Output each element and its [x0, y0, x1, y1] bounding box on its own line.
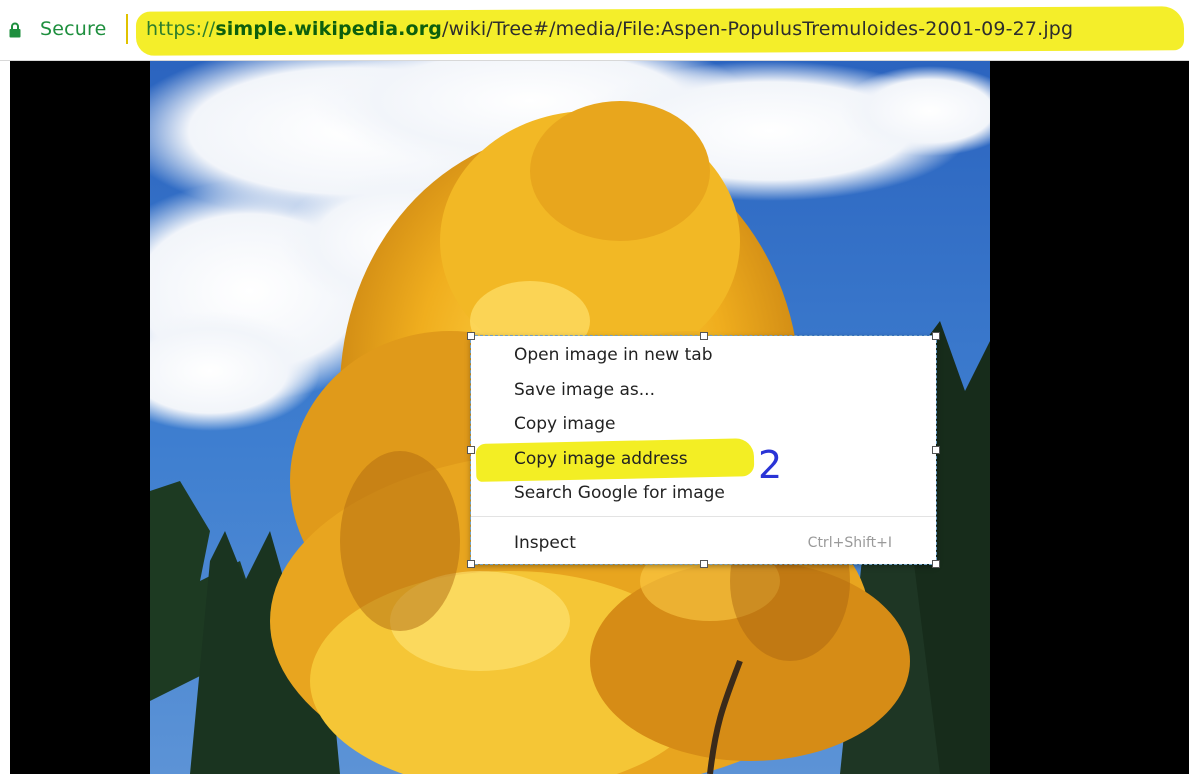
menu-item-label: Open image in new tab	[514, 345, 713, 365]
menu-item-label: Copy image	[514, 414, 616, 434]
menu-item-label: Inspect	[514, 533, 576, 553]
address-bar[interactable]: Secure https://simple.wikipedia.org/wiki…	[0, 0, 1189, 61]
menu-item-shortcut: Ctrl+Shift+I	[807, 535, 892, 551]
menu-item-save-image-as[interactable]: Save image as...	[471, 375, 936, 405]
lock-icon	[9, 22, 21, 38]
menu-item-label: Search Google for image	[514, 483, 725, 503]
menu-item-search-google-for-image[interactable]: Search Google for image	[471, 478, 936, 508]
selection-handle	[932, 560, 940, 568]
menu-item-label: Save image as...	[514, 380, 655, 400]
selection-handle	[467, 560, 475, 568]
secure-label: Secure	[40, 18, 107, 40]
address-divider	[126, 14, 128, 44]
menu-separator	[471, 516, 936, 517]
url-path: /wiki/Tree#/media/File:Aspen-PopulusTrem…	[442, 18, 1074, 40]
url-domain: simple.wikipedia.org	[215, 18, 443, 40]
url-text[interactable]: https://simple.wikipedia.org/wiki/Tree#/…	[146, 18, 1073, 40]
selection-handle	[932, 332, 940, 340]
context-menu: Open image in new tab Save image as... C…	[467, 332, 940, 568]
selection-handle	[467, 332, 475, 340]
url-scheme: https://	[146, 18, 216, 40]
menu-item-copy-image-address[interactable]: Copy image address	[471, 438, 936, 482]
selection-handle	[700, 332, 708, 340]
menu-item-copy-image[interactable]: Copy image	[471, 409, 936, 439]
selection-handle	[700, 560, 708, 568]
menu-item-label: Copy image address	[514, 449, 688, 469]
step-annotation: 2	[758, 443, 783, 487]
menu-item-open-image-new-tab[interactable]: Open image in new tab	[471, 340, 936, 370]
menu-item-inspect[interactable]: Inspect Ctrl+Shift+I	[471, 528, 936, 558]
